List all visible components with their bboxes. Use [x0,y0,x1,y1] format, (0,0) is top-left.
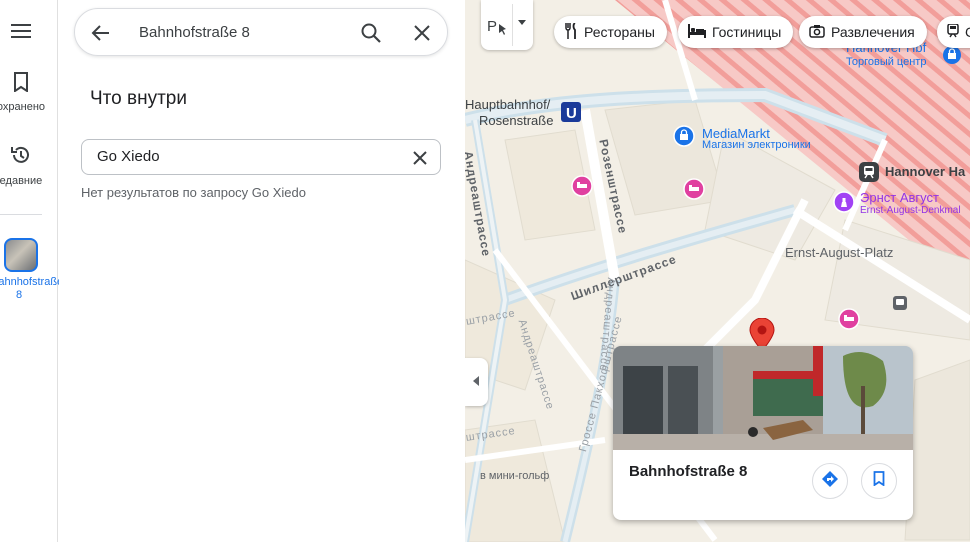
no-results-text: Нет результатов по запросу Go Xiedo [81,185,306,200]
place-card-title: Bahnhofstraße 8 [629,463,748,480]
map-label-ernst-august[interactable]: Эрнст Август [860,190,939,205]
close-icon[interactable] [410,21,434,45]
bookmark-icon [13,72,29,97]
hotel-bed-icon[interactable] [838,308,860,335]
map-label-station-2: Rosenstraße [479,113,554,128]
chip-transit[interactable]: С [937,16,970,48]
clear-icon[interactable] [410,148,430,168]
chip-restaurants-label: Рестораны [584,24,655,40]
bed-icon [688,23,712,41]
map-label-mediamarkt-sub: Магазин электроники [702,139,811,151]
recent-place-thumbnail [4,238,38,272]
search-icon[interactable] [359,21,383,45]
layer-button-divider [512,4,513,46]
place-card[interactable]: Bahnhofstraße 8 [613,346,913,520]
inside-search-field[interactable] [81,139,441,175]
rail-recent-label: Недавние [0,175,43,187]
history-icon [10,144,32,171]
map-label-minigolf: в мини-гольф [480,470,550,482]
hotel-bed-icon[interactable] [683,178,705,205]
place-photo[interactable] [613,346,913,450]
chip-transit-label: С [965,24,970,40]
monument-icon[interactable] [833,191,855,218]
search-box[interactable]: Bahnhofstraße 8 [74,8,448,56]
layer-switch-button[interactable]: Р [481,0,533,50]
chip-restaurants[interactable]: Рестораны [554,16,667,48]
recent-place-label: Bahnhofstraße 8 [0,276,64,301]
menu-icon[interactable] [8,18,34,44]
rail-saved-label: Сохранено [0,101,46,113]
rail-divider [0,214,42,215]
chip-entertainment-label: Развлечения [831,24,915,40]
train-icon [947,22,965,41]
camera-icon [809,24,831,41]
left-rail: Сохранено Недавние Bahnhofstraße 8 [0,0,64,542]
chip-hotels[interactable]: Гостиницы [678,16,794,48]
map-label-hannover-hbf[interactable]: Hannover Ha [885,164,965,179]
shopping-bag-icon[interactable] [673,125,695,152]
side-panel: Bahnhofstraße 8 Что внутри Нет результат… [59,0,465,542]
cursor-icon [498,22,508,40]
map-label-ernst-platz: Ernst-August-Platz [785,245,894,260]
chip-hotels-label: Гостиницы [712,24,782,40]
train-icon[interactable] [893,296,907,315]
map-canvas[interactable]: U Hannover Hbf Торговый центр Hauptbahnh… [465,0,970,542]
back-arrow-icon[interactable] [89,21,113,45]
directions-button[interactable] [812,463,848,499]
save-button[interactable] [861,463,897,499]
fork-knife-icon [564,21,584,42]
svg-text:U: U [566,105,577,122]
train-station-icon[interactable] [859,162,879,187]
directions-icon [821,470,839,493]
inside-search-input[interactable] [97,148,397,165]
shopping-bag-icon[interactable] [943,46,961,69]
chip-entertainment[interactable]: Развлечения [799,16,927,48]
rail-recent-place[interactable]: Bahnhofstraße 8 [0,238,64,302]
inside-section-title: Что внутри [90,88,187,109]
map-label-hbf-top-sub: Торговый центр [846,56,927,68]
rail-saved-button[interactable]: Сохранено [0,72,58,113]
map-label-station-1: Hauptbahnhof/ [465,97,551,112]
chevron-left-icon [472,373,481,391]
collapse-panel-button[interactable] [465,358,488,406]
hotel-bed-icon[interactable] [571,175,593,202]
caret-down-icon[interactable] [518,20,526,25]
bookmark-icon [873,471,885,491]
layer-button-text: Р [487,18,498,35]
search-query-text[interactable]: Bahnhofstraße 8 [139,24,250,41]
map-label-ernst-august-sub: Ernst-August-Denkmal [860,205,961,216]
rail-recent-button[interactable]: Недавние [0,144,58,187]
